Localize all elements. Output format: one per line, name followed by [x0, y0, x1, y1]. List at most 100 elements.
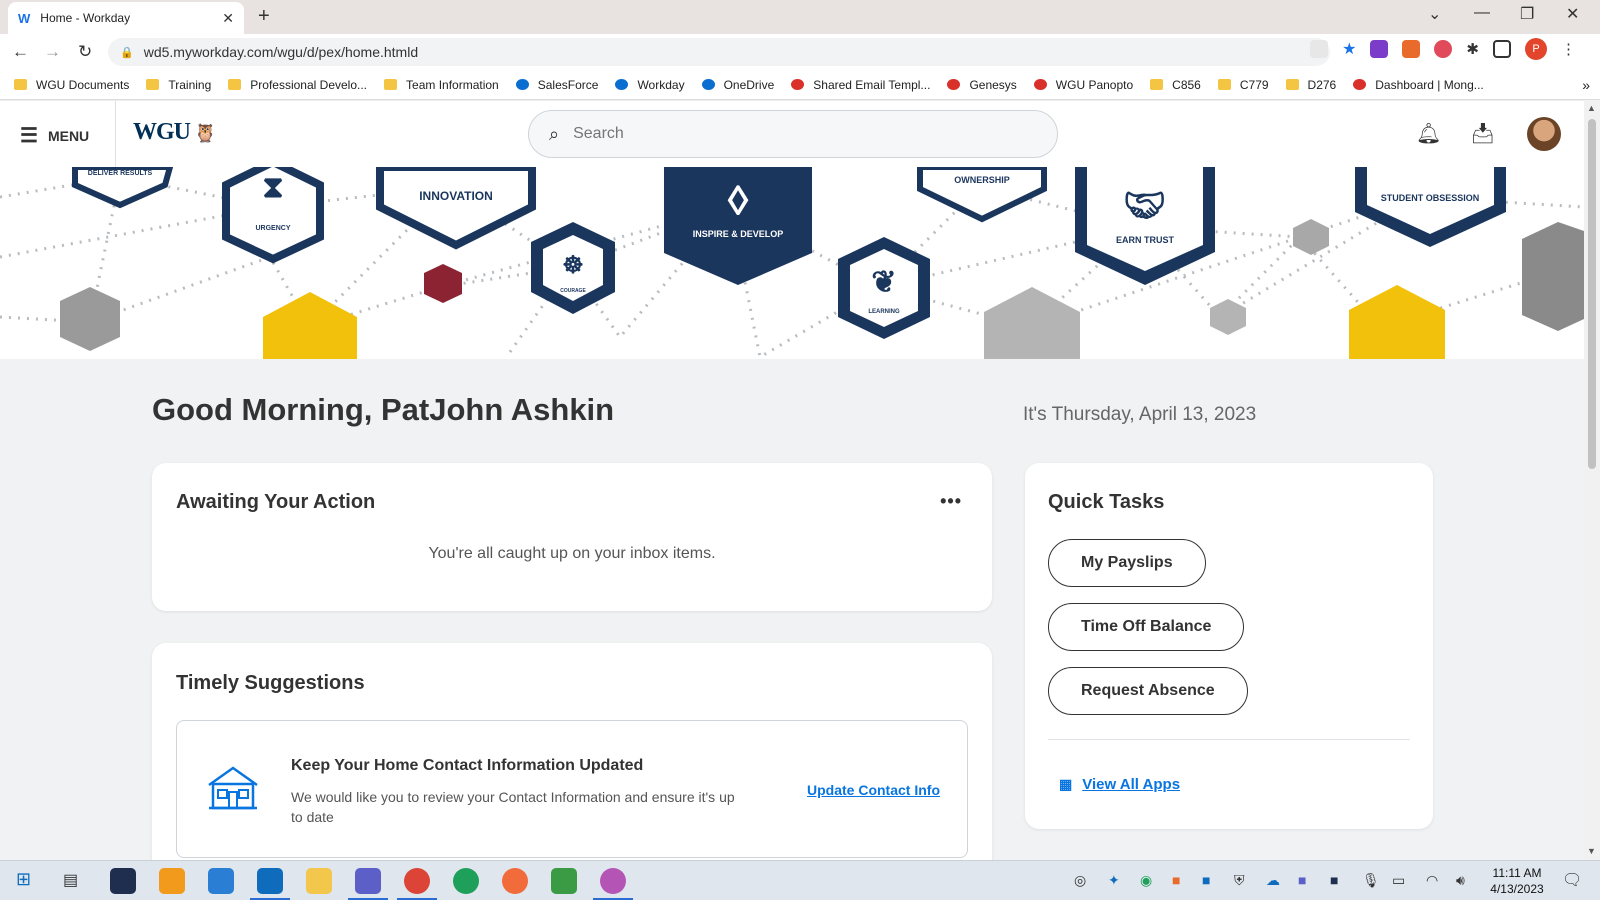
- tray-bluetooth-icon[interactable]: ✦: [1108, 872, 1120, 889]
- gray-hex: [60, 287, 120, 351]
- bookmark-star-icon[interactable]: ★: [1342, 39, 1356, 59]
- puzzle-icon[interactable]: ✱: [1466, 40, 1479, 58]
- tab-search-icon[interactable]: ⌄: [1428, 4, 1441, 24]
- task-view-icon[interactable]: ▤: [63, 870, 78, 890]
- sidepanel-icon[interactable]: [1493, 40, 1511, 58]
- tray-network-icon[interactable]: ◉: [1140, 872, 1152, 889]
- edge-app-icon[interactable]: [453, 868, 479, 894]
- microphone-icon[interactable]: 🎙︎: [1362, 872, 1380, 889]
- handshake-icon: 🤝︎: [1123, 187, 1166, 225]
- battery-icon[interactable]: ▭: [1392, 872, 1405, 889]
- badge-urgency: URGENCY: [255, 225, 290, 232]
- restore-icon[interactable]: ❐: [1520, 4, 1534, 24]
- notifications-bell-icon[interactable]: 🔔︎: [1416, 121, 1441, 146]
- scroll-up-icon[interactable]: ▲: [1587, 103, 1596, 113]
- wgu-logo[interactable]: WGU 🦉: [133, 119, 216, 146]
- maroon-hex: [424, 264, 462, 303]
- web-icon: [1353, 79, 1367, 90]
- cloud-icon: [701, 79, 715, 90]
- more-options-icon[interactable]: •••: [940, 491, 962, 512]
- folder-icon: [146, 79, 160, 90]
- sl-app-icon[interactable]: [600, 868, 626, 894]
- menu-button[interactable]: ☰ MENU: [20, 123, 89, 148]
- new-tab-icon[interactable]: +: [258, 5, 270, 28]
- reload-icon[interactable]: ↻: [78, 42, 92, 62]
- flame-icon: ◊: [728, 177, 749, 224]
- tray-teams-icon[interactable]: ■: [1298, 872, 1306, 888]
- outlook-app-icon[interactable]: [257, 868, 283, 894]
- bookmark-label: C856: [1172, 77, 1201, 92]
- extension-icon[interactable]: [1434, 40, 1453, 58]
- wifi-icon[interactable]: ◠: [1426, 872, 1438, 889]
- awaiting-action-card: Awaiting Your Action ••• You're all caug…: [152, 463, 992, 611]
- tray-webex-icon[interactable]: ■: [1330, 872, 1338, 888]
- forward-icon[interactable]: →: [44, 42, 61, 62]
- bookmark-item[interactable]: C856: [1150, 78, 1201, 92]
- update-contact-info-link[interactable]: Update Contact Info: [807, 782, 940, 798]
- view-all-apps-link[interactable]: ▦ View All Apps: [1059, 776, 1180, 793]
- user-avatar[interactable]: [1527, 117, 1561, 151]
- folder-icon: [1217, 79, 1231, 90]
- bookmark-item[interactable]: Dashboard | Mong...: [1353, 78, 1484, 92]
- clock-time: 11:11 AM: [1492, 866, 1542, 880]
- scroll-down-icon[interactable]: ▼: [1587, 846, 1596, 856]
- profile-avatar[interactable]: P: [1525, 38, 1547, 60]
- time-off-balance-button[interactable]: Time Off Balance: [1048, 603, 1245, 651]
- tray-shield-icon[interactable]: ⛨: [1234, 872, 1245, 889]
- page-scrollbar[interactable]: ▲ ▼: [1584, 101, 1600, 860]
- windows-start-icon[interactable]: ⊞: [16, 869, 31, 890]
- gold-hex: [263, 292, 357, 359]
- bookmark-label: Team Information: [406, 77, 499, 92]
- bookmark-item[interactable]: Shared Email Templ...: [791, 78, 930, 92]
- timely-title: Timely Suggestions: [176, 672, 365, 694]
- extension-icon[interactable]: [1402, 40, 1421, 58]
- browser-tab[interactable]: W Home - Workday ✕: [8, 2, 244, 34]
- tray-search-icon[interactable]: ◎: [1074, 872, 1086, 889]
- scrollbar-thumb[interactable]: [1588, 119, 1596, 469]
- sublime-app-icon[interactable]: [159, 868, 185, 894]
- back-icon[interactable]: ←: [12, 42, 29, 62]
- bookmark-item[interactable]: Workday: [615, 78, 685, 92]
- bookmark-item[interactable]: WGU Documents: [14, 78, 129, 92]
- notification-center-icon[interactable]: 🗨︎: [1562, 870, 1582, 890]
- bookmark-item[interactable]: Genesys: [947, 78, 1017, 92]
- share-icon[interactable]: [1310, 40, 1329, 58]
- bookmark-item[interactable]: Professional Develo...: [228, 78, 367, 92]
- lion-icon: ☸: [562, 252, 584, 279]
- tray-outlook-icon[interactable]: ■: [1202, 872, 1210, 888]
- bookmark-item[interactable]: SalesForce: [515, 78, 598, 92]
- taskbar-clock[interactable]: 11:11 AM 4/13/2023: [1480, 865, 1554, 897]
- green-app-icon[interactable]: [551, 868, 577, 894]
- file-explorer-app-icon[interactable]: [306, 868, 332, 894]
- bookmark-item[interactable]: Training: [146, 78, 211, 92]
- bookmark-item[interactable]: OneDrive: [701, 78, 774, 92]
- vscode-app-icon[interactable]: [208, 868, 234, 894]
- search-box[interactable]: ⌕: [528, 110, 1058, 158]
- extension-icon[interactable]: [1370, 40, 1389, 58]
- badge-earn-trust: EARN TRUST: [1116, 235, 1175, 245]
- volume-icon[interactable]: 🔊︎: [1456, 872, 1465, 889]
- request-absence-button[interactable]: Request Absence: [1048, 667, 1248, 715]
- more-bookmarks-icon[interactable]: »: [1582, 77, 1590, 93]
- tray-onedrive-icon[interactable]: ☁: [1266, 872, 1280, 889]
- bookmark-item[interactable]: WGU Panopto: [1033, 78, 1133, 92]
- teams-app-icon[interactable]: [355, 868, 381, 894]
- bookmark-item[interactable]: C779: [1217, 78, 1269, 92]
- bookmark-item[interactable]: D276: [1285, 78, 1336, 92]
- brain-app-icon[interactable]: [502, 868, 528, 894]
- brain-icon: ❦: [871, 266, 896, 299]
- chrome-app-icon[interactable]: [404, 868, 430, 894]
- inbox-icon[interactable]: 📥︎: [1470, 121, 1495, 146]
- webex-app-icon[interactable]: [110, 868, 136, 894]
- search-input[interactable]: [573, 125, 994, 143]
- my-payslips-button[interactable]: My Payslips: [1048, 539, 1206, 587]
- close-window-icon[interactable]: ✕: [1566, 4, 1579, 24]
- address-bar[interactable]: 🔒 wd5.myworkday.com/wgu/d/pex/home.htmld: [108, 38, 1330, 66]
- logo-text: WGU: [133, 119, 191, 145]
- owl-icon: 🦉: [194, 123, 216, 143]
- bookmark-item[interactable]: Team Information: [384, 78, 499, 92]
- close-tab-icon[interactable]: ✕: [222, 10, 234, 27]
- minimize-icon[interactable]: —: [1474, 4, 1490, 22]
- kebab-menu-icon[interactable]: ⋮: [1561, 40, 1576, 58]
- tray-app-icon[interactable]: ■: [1172, 872, 1180, 888]
